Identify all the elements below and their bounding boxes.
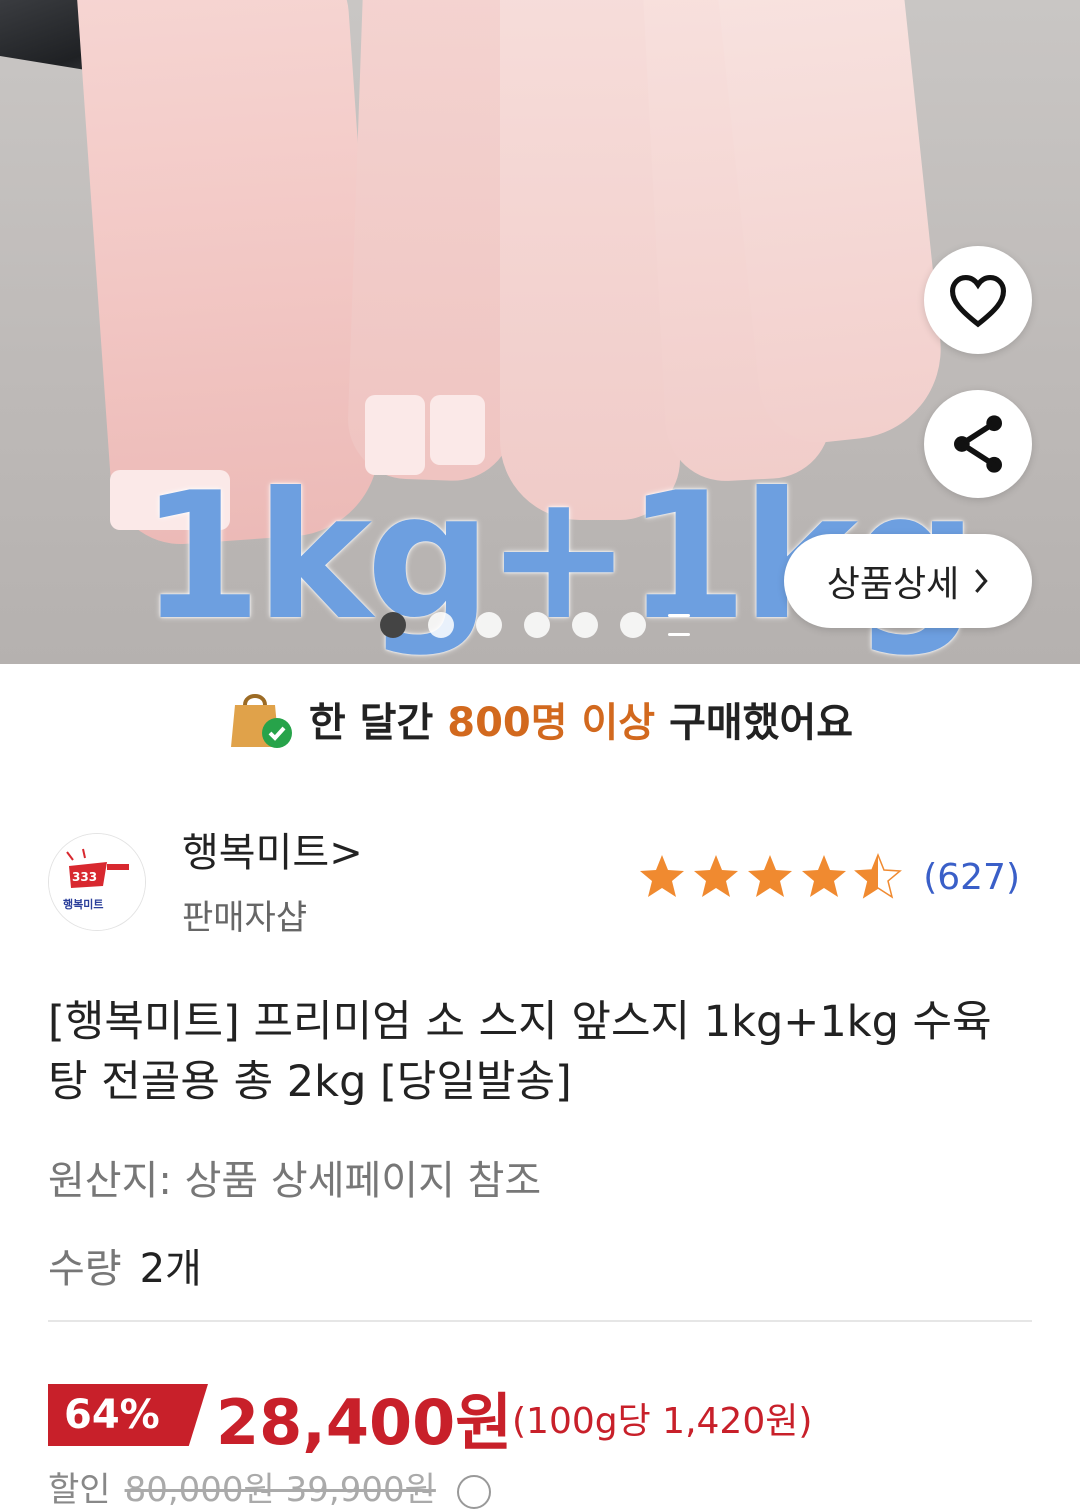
svg-text:333: 333 <box>72 870 97 884</box>
shopping-bag-check-icon <box>230 694 292 748</box>
product-detail-button[interactable]: 상품상세 <box>784 534 1032 628</box>
banner-highlight: 800명 이상 <box>447 700 656 746</box>
product-detail-label: 상품상세 <box>826 564 960 605</box>
share-icon <box>954 415 1002 473</box>
carousel-dot[interactable] <box>476 612 502 638</box>
product-title: [행복미트] 프리미엄 소 스지 앞스지 1kg+1kg 수육 탕 전골용 총 … <box>48 997 992 1107</box>
seller-logo-image: 333 행복미트 <box>49 834 145 930</box>
rating-summary[interactable]: (627) <box>637 852 1020 902</box>
discount-badge: 64% <box>48 1384 208 1446</box>
heart-icon <box>949 275 1007 328</box>
product-image-carousel[interactable]: 1kg+1kg 상품상세 <box>0 0 1080 664</box>
chevron-right-icon <box>975 569 988 593</box>
purchase-count-banner: 한 달간 800명 이상 구매했어요 <box>0 664 1080 774</box>
carousel-dot[interactable] <box>428 612 454 638</box>
seller-name-link[interactable]: 행복미트> <box>182 820 363 878</box>
seller-shop-label: 판매자샵 <box>182 898 308 938</box>
carousel-more-icon <box>668 612 690 638</box>
seller-logo-text: 행복미트 <box>63 897 103 911</box>
original-prices: 80,000원 39,900원 <box>124 1470 436 1510</box>
carousel-pagination <box>380 612 690 638</box>
sale-price: 28,400원 <box>216 1386 513 1459</box>
carousel-dot[interactable] <box>380 612 406 638</box>
star-rating-icon <box>640 854 901 898</box>
carousel-dot[interactable] <box>524 612 550 638</box>
carousel-dot[interactable] <box>620 612 646 638</box>
origin-info: 원산지: 상품 상세페이지 참조 <box>48 1158 542 1204</box>
carousel-dot[interactable] <box>572 612 598 638</box>
review-count[interactable]: (627) <box>923 857 1020 898</box>
share-button[interactable] <box>924 390 1032 498</box>
banner-prefix: 한 달간 <box>308 700 434 746</box>
bone-piece <box>430 395 485 465</box>
discount-breakdown[interactable]: 할인 80,000원 39,900원 <box>48 1462 491 1511</box>
discount-breakdown-label: 할인 <box>48 1470 111 1510</box>
quantity-info: 수량 2개 <box>48 1236 202 1294</box>
wishlist-button[interactable] <box>924 246 1032 354</box>
quantity-value: 2개 <box>139 1246 202 1292</box>
divider <box>48 1320 1032 1322</box>
banner-suffix: 구매했어요 <box>669 700 854 746</box>
quantity-label: 수량 <box>48 1246 122 1292</box>
info-icon[interactable] <box>456 1474 491 1509</box>
seller-logo[interactable]: 333 행복미트 <box>48 833 146 931</box>
unit-price: (100g당 1,420원) <box>512 1401 813 1442</box>
